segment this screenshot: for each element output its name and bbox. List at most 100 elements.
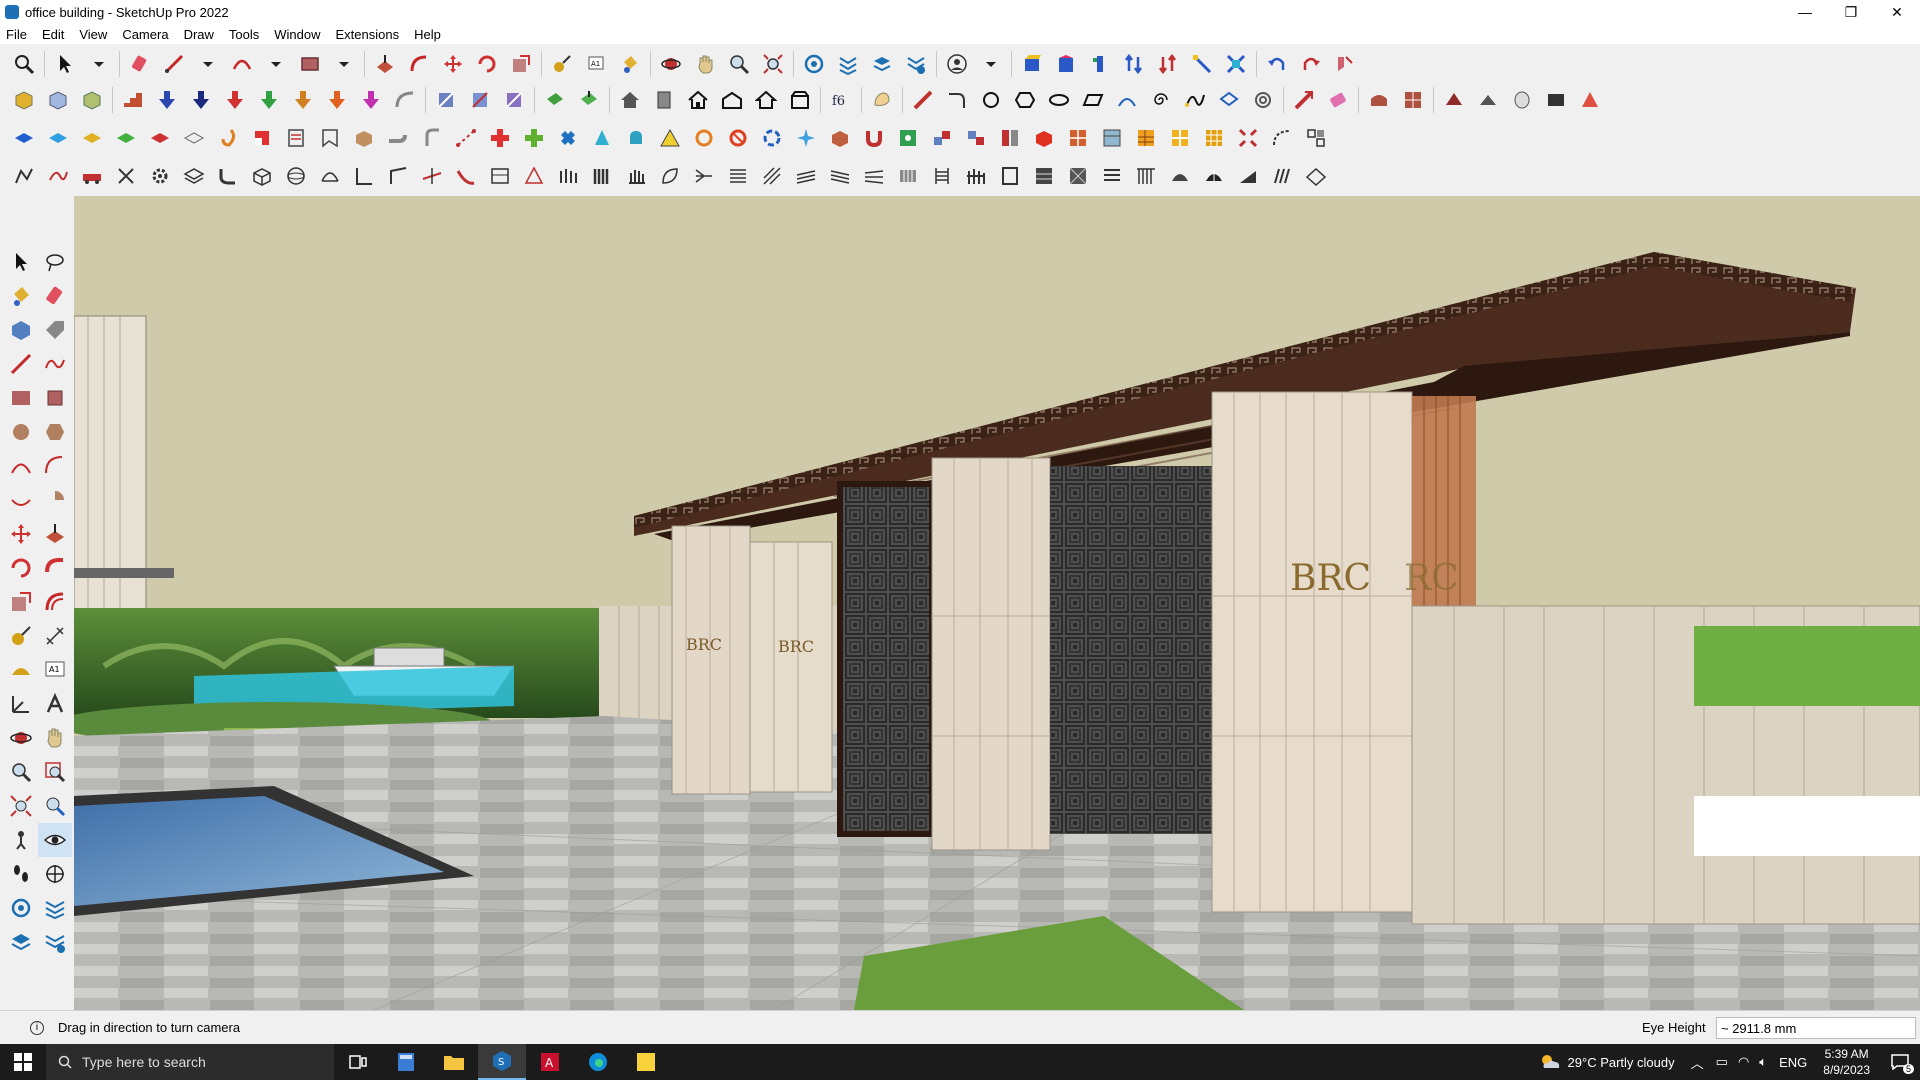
- fence-icon[interactable]: [962, 162, 990, 190]
- offset-icon[interactable]: [38, 585, 72, 619]
- zoom-window-icon[interactable]: [38, 755, 72, 789]
- puzzle-icon[interactable]: [894, 124, 922, 152]
- maximize-button[interactable]: ❐: [1828, 0, 1874, 24]
- cross-green-icon[interactable]: [520, 124, 548, 152]
- door-frame-icon[interactable]: [996, 162, 1024, 190]
- layout-icon[interactable]: [4, 925, 38, 959]
- rotate-icon[interactable]: [4, 551, 38, 585]
- polyline-icon[interactable]: [10, 162, 38, 190]
- bend-tool-icon[interactable]: [391, 86, 419, 114]
- pan-tool-button[interactable]: [691, 50, 719, 78]
- plugin-2-icon[interactable]: [1052, 50, 1080, 78]
- ellipse-tool-icon[interactable]: [1045, 86, 1073, 114]
- undo-icon[interactable]: [1263, 50, 1291, 78]
- taskbar-search-box[interactable]: Type here to search: [46, 1044, 334, 1080]
- pencil-line-icon[interactable]: [4, 347, 38, 381]
- curve-red-icon[interactable]: [44, 162, 72, 190]
- circle-tool-icon[interactable]: [977, 86, 1005, 114]
- zoom-in-tool-button[interactable]: [725, 50, 753, 78]
- plugin-1-icon[interactable]: [1018, 50, 1046, 78]
- menu-extensions[interactable]: Extensions: [336, 27, 400, 42]
- grid-orange-icon[interactable]: [1166, 124, 1194, 152]
- layer-red-icon[interactable]: [146, 124, 174, 152]
- cross-blue-icon[interactable]: [554, 124, 582, 152]
- extension-warehouse-icon[interactable]: [38, 891, 72, 925]
- eraser-icon[interactable]: [38, 279, 72, 313]
- zoom-tool-button[interactable]: [10, 50, 38, 78]
- menu-view[interactable]: View: [79, 27, 107, 42]
- zoom-extents-tool-button[interactable]: [759, 50, 787, 78]
- stack-2-icon[interactable]: [962, 124, 990, 152]
- face-green-2-icon[interactable]: [575, 86, 603, 114]
- bell-icon[interactable]: [622, 124, 650, 152]
- diag-lines-icon[interactable]: [758, 162, 786, 190]
- fillet-tool-icon[interactable]: [943, 86, 971, 114]
- arrow-down-navy-icon[interactable]: [187, 86, 215, 114]
- sketchup-taskbar-icon[interactable]: S: [478, 1044, 526, 1080]
- dome-2-icon[interactable]: [1200, 162, 1228, 190]
- menu-help[interactable]: Help: [414, 27, 441, 42]
- plugin-6-icon[interactable]: [1188, 50, 1216, 78]
- box-wood-icon[interactable]: [350, 124, 378, 152]
- scale-icon[interactable]: [4, 585, 38, 619]
- select-tool-button[interactable]: [51, 50, 79, 78]
- stair-tool-icon[interactable]: [119, 86, 147, 114]
- plugin-8-icon[interactable]: [1331, 50, 1359, 78]
- crate-icon[interactable]: [826, 124, 854, 152]
- stack-icon[interactable]: [928, 124, 956, 152]
- cross-red-icon[interactable]: [486, 124, 514, 152]
- chevron-down-icon[interactable]: [194, 50, 222, 78]
- extension-warehouse-button[interactable]: [834, 50, 862, 78]
- text-tool-button[interactable]: A1: [582, 50, 610, 78]
- wifi-icon[interactable]: ◠: [1738, 1054, 1749, 1070]
- chevron-up-icon[interactable]: ︿: [1691, 1053, 1704, 1072]
- tape-measure-icon[interactable]: [4, 619, 38, 653]
- face-green-icon[interactable]: [541, 86, 569, 114]
- pipe-icon[interactable]: [384, 124, 412, 152]
- columns-2-icon[interactable]: [588, 162, 616, 190]
- menu-draw[interactable]: Draw: [184, 27, 214, 42]
- stack-lines-icon[interactable]: [724, 162, 752, 190]
- frame-icon[interactable]: [316, 124, 344, 152]
- tag-icon[interactable]: [38, 313, 72, 347]
- orbit-icon[interactable]: [4, 721, 38, 755]
- loft-icon[interactable]: [316, 162, 344, 190]
- arrow-orange-n-icon[interactable]: [289, 86, 317, 114]
- sweep-lines-3-icon[interactable]: [860, 162, 888, 190]
- slice-tool-2-icon[interactable]: [466, 86, 494, 114]
- stack-3-icon[interactable]: [996, 124, 1024, 152]
- sparkle-icon[interactable]: [792, 124, 820, 152]
- info-icon[interactable]: i: [30, 1020, 44, 1035]
- curve-tool-icon[interactable]: [1181, 86, 1209, 114]
- ladder-icon[interactable]: [928, 162, 956, 190]
- shape-6-icon[interactable]: [1542, 86, 1570, 114]
- sweep-lines-2-icon[interactable]: [826, 162, 854, 190]
- layer-yellow-icon[interactable]: [78, 124, 106, 152]
- bezier-tool-icon[interactable]: [1215, 86, 1243, 114]
- box-house-icon[interactable]: [786, 86, 814, 114]
- slice-tool-icon[interactable]: [432, 86, 460, 114]
- 3d-warehouse-icon[interactable]: [4, 891, 38, 925]
- menu-window[interactable]: Window: [274, 27, 320, 42]
- layer-blue-icon[interactable]: [10, 124, 38, 152]
- task-view-icon[interactable]: [334, 1044, 382, 1080]
- stripes-icon[interactable]: [1268, 162, 1296, 190]
- plugin-7-icon[interactable]: [1222, 50, 1250, 78]
- shape-3-icon[interactable]: [1440, 86, 1468, 114]
- box-solid-icon[interactable]: [10, 86, 38, 114]
- select-arrow-icon[interactable]: [4, 245, 38, 279]
- scale-tool-button[interactable]: [507, 50, 535, 78]
- account-icon[interactable]: [943, 50, 971, 78]
- menu-camera[interactable]: Camera: [122, 27, 168, 42]
- pan-icon[interactable]: [38, 721, 72, 755]
- arrow-down-blue-icon[interactable]: [153, 86, 181, 114]
- autocad-icon[interactable]: A: [526, 1044, 574, 1080]
- cone-icon[interactable]: [588, 124, 616, 152]
- pie-icon[interactable]: [38, 483, 72, 517]
- windows-start-icon[interactable]: [0, 1044, 46, 1080]
- loop-orange-icon[interactable]: [690, 124, 718, 152]
- 3d-text-icon[interactable]: [38, 687, 72, 721]
- profile-icon[interactable]: [486, 162, 514, 190]
- piano-icon[interactable]: [894, 162, 922, 190]
- sweep-lines-icon[interactable]: [792, 162, 820, 190]
